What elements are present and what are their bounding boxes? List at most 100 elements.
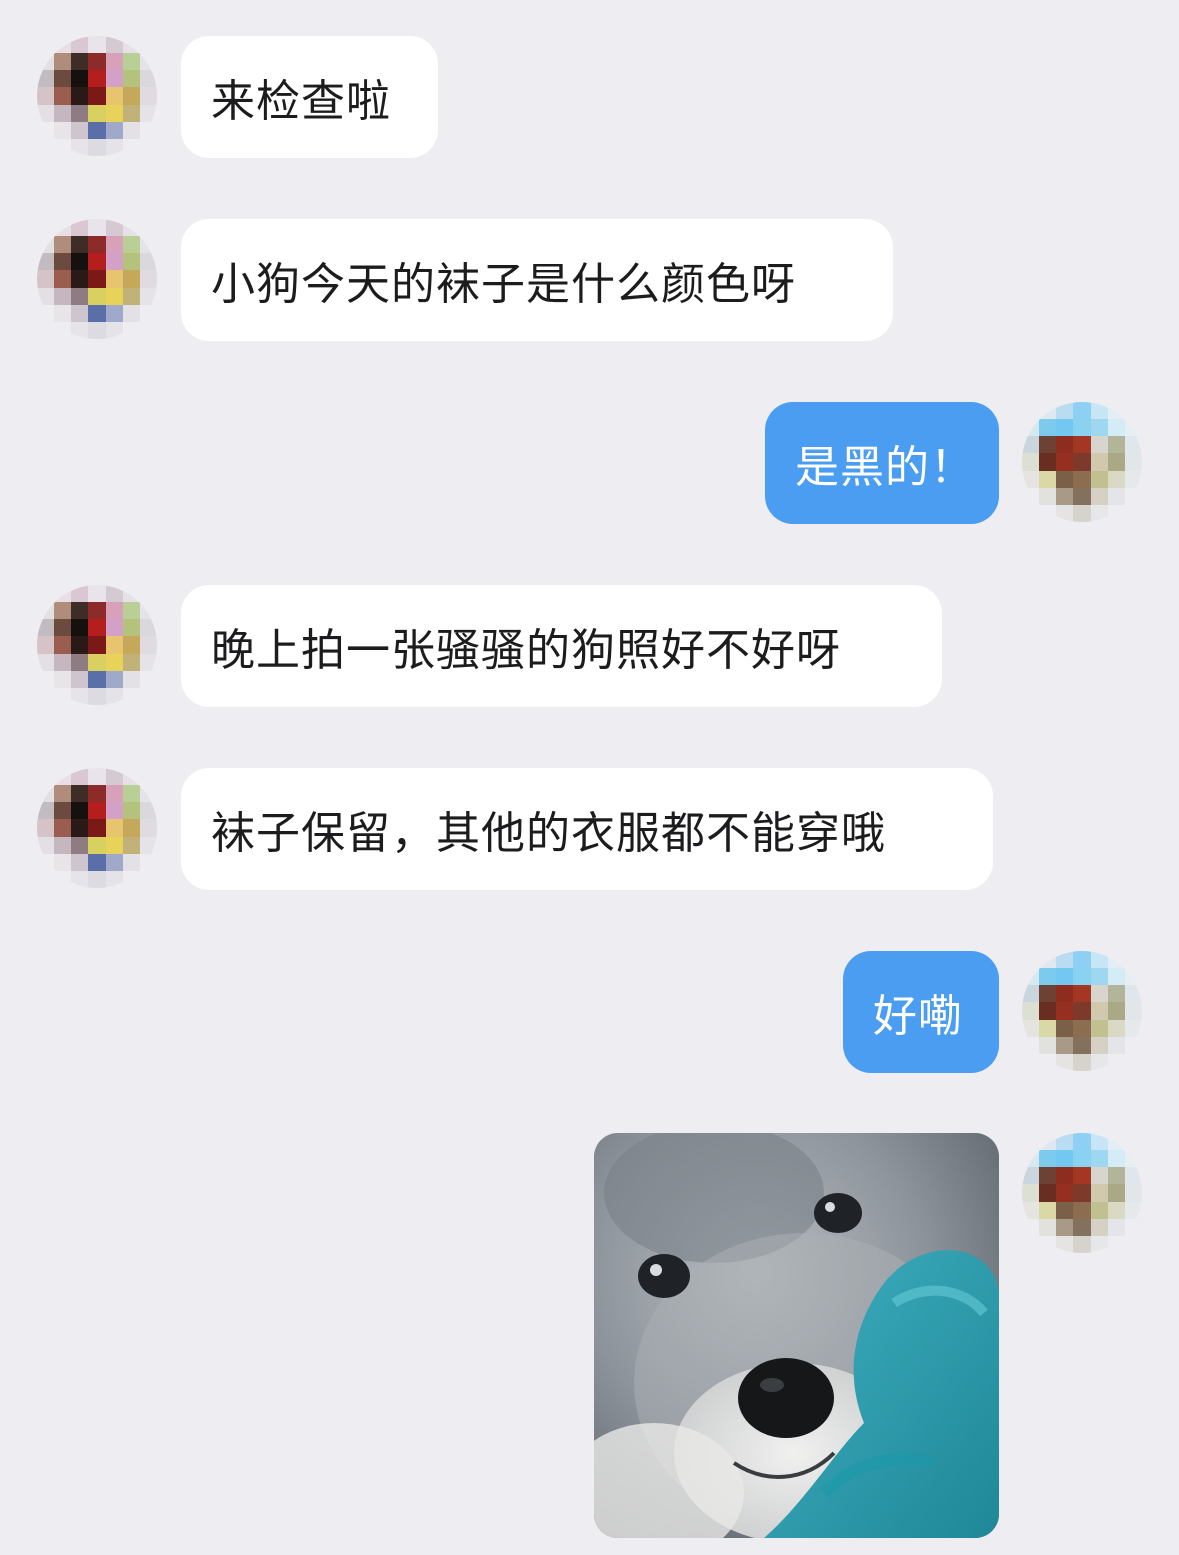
avatar-pixel [54,287,72,305]
avatar-pixel [139,104,157,122]
avatar-pixel [54,785,72,803]
avatar-pixel [105,870,123,888]
avatar-pixel [71,853,89,871]
message-bubble-incoming[interactable]: 晚上拍一张骚骚的狗照好不好呀 [181,585,942,707]
avatar-pixel [1090,1150,1108,1168]
avatar-pixel [122,653,140,671]
avatar-pixel [88,304,106,322]
avatar-pixel [88,321,106,339]
avatar-pixel [105,602,123,620]
self-avatar-icon[interactable] [1022,1133,1142,1253]
avatar-pixel [1056,504,1074,522]
avatar-pixel [1107,1201,1125,1219]
avatar-pixel [105,853,123,871]
contact-avatar-icon[interactable] [37,219,157,339]
avatar-pixel [54,304,72,322]
avatar-pixel [71,253,89,271]
message-bubble-incoming[interactable]: 袜子保留，其他的衣服都不能穿哦 [181,768,993,890]
avatar-pixel [122,768,140,786]
avatar-pixel [1073,419,1091,437]
avatar-pixel [140,219,157,236]
avatar-pixel [105,585,123,603]
chat-thread: 来检查啦 小狗今天的袜子是什么颜色呀 是黑的！ 晚上拍一张骚骚的狗照好不好呀 袜… [0,0,1179,1555]
avatar-pixel [54,871,71,888]
avatar-pixel [71,87,89,105]
avatar-pixel [54,121,72,139]
avatar-pixel [1125,1054,1142,1071]
avatar-pixel [1022,1054,1039,1071]
message-bubble-incoming[interactable]: 小狗今天的袜子是什么颜色呀 [181,219,893,341]
avatar-pixel [37,122,54,139]
self-avatar-icon[interactable] [1022,402,1142,522]
avatar-pixel [1056,1167,1074,1185]
avatar-pixel [88,104,106,122]
avatar-pixel [88,870,106,888]
avatar-pixel [122,121,140,139]
avatar-pixel [123,322,140,339]
avatar-pixel [1056,1184,1074,1202]
avatar-pixel [1039,1236,1056,1253]
avatar-pixel [1090,436,1108,454]
avatar-pixel [1090,1167,1108,1185]
avatar-pixel [71,219,89,237]
avatar-pixel [1039,985,1057,1003]
avatar-pixel [122,585,140,603]
avatar-pixel [71,819,89,837]
avatar-pixel [71,304,89,322]
photo-message[interactable] [594,1133,999,1538]
avatar-pixel [1090,402,1108,420]
avatar-pixel [1039,1133,1057,1151]
avatar-pixel [1107,985,1125,1003]
avatar-pixel [122,602,140,620]
contact-avatar-icon[interactable] [37,36,157,156]
avatar-pixel [1107,1002,1125,1020]
avatar-pixel [139,287,157,305]
avatar-pixel [1056,487,1074,505]
avatar-pixel [1073,1133,1091,1151]
avatar-pixel [1056,1019,1074,1037]
avatar-pixel [1090,1019,1108,1037]
avatar-pixel [122,636,140,654]
avatar-pixel [71,36,89,54]
contact-avatar-icon[interactable] [37,768,157,888]
avatar-pixel [140,36,157,53]
avatar-pixel [105,768,123,786]
avatar-pixel [54,104,72,122]
avatar-pixel [139,602,157,620]
self-avatar-icon[interactable] [1022,951,1142,1071]
avatar-pixel [122,70,140,88]
avatar-pixel [1039,402,1057,420]
avatar-pixel [140,322,157,339]
avatar-pixel [122,87,140,105]
avatar-pixel [71,121,89,139]
avatar-pixel [37,305,54,322]
avatar-pixel [54,802,72,820]
avatar-pixel [71,785,89,803]
contact-avatar-icon[interactable] [37,585,157,705]
avatar-pixel [1124,1201,1142,1219]
avatar-pixel [105,304,123,322]
avatar-pixel [1107,419,1125,437]
avatar-pixel [122,287,140,305]
message-bubble-outgoing[interactable]: 是黑的！ [765,402,999,524]
avatar-pixel [1039,1150,1057,1168]
avatar-pixel [105,670,123,688]
message-text: 好嘞 [873,991,963,1042]
avatar-pixel [105,121,123,139]
avatar-pixel [1056,968,1074,986]
avatar-pixel [88,619,106,637]
avatar-pixel [105,36,123,54]
avatar-pixel [1107,470,1125,488]
message-bubble-outgoing[interactable]: 好嘞 [843,951,999,1073]
avatar-pixel [37,270,55,288]
avatar-pixel [1022,470,1040,488]
avatar-pixel [1039,436,1057,454]
avatar-pixel [1056,1002,1074,1020]
avatar-pixel [37,802,55,820]
message-bubble-incoming[interactable]: 来检查啦 [181,36,438,158]
avatar-pixel [37,219,54,236]
avatar-pixel [1107,402,1125,420]
avatar-pixel [1073,1235,1091,1253]
avatar-pixel [1073,470,1091,488]
avatar-pixel [140,139,157,156]
